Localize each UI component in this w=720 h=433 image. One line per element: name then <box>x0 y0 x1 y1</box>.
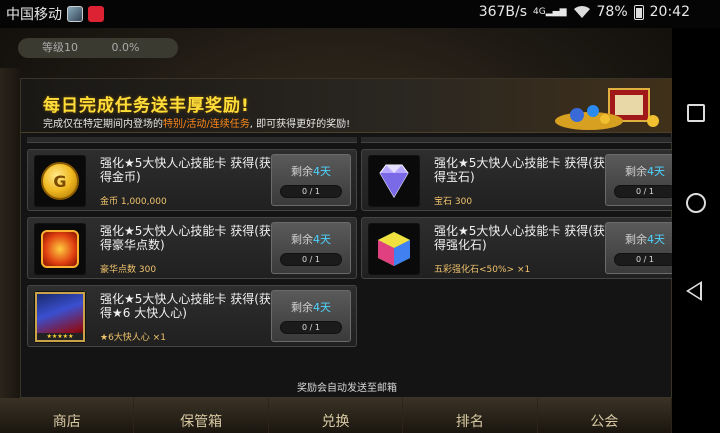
remaining-time: 剩余4天 <box>272 163 350 179</box>
mission-list[interactable]: G 强化★5大快人心技能卡 获得(获得金币) 金币 1,000,000 剩余4天… <box>27 137 673 373</box>
remaining-days: 4天 <box>313 301 331 314</box>
nav-shop[interactable]: 商店 <box>0 398 135 433</box>
banner-sub-highlight: 特别/活动/连续任务 <box>163 119 250 130</box>
battery-percent: 78% <box>596 4 628 20</box>
remaining-prefix: 剩余 <box>291 301 313 314</box>
remaining-time: 剩余4天 <box>272 231 350 247</box>
mission-progress: 0 / 1 <box>280 185 342 198</box>
mission-card[interactable]: G 强化★5大快人心技能卡 获得(获得金币) 金币 1,000,000 剩余4天… <box>27 149 357 211</box>
android-nav-bar <box>672 28 720 405</box>
nav-guild[interactable]: 公会 <box>538 398 673 433</box>
left-side-rail <box>0 68 20 398</box>
reward-thumb <box>368 223 420 275</box>
mission-title: 强化★5大快人心技能卡 获得(获得强化石) <box>434 224 605 252</box>
signal-icon: 4G▂▄▆ <box>533 7 567 17</box>
remaining-time: 剩余4天 <box>606 231 673 247</box>
previous-row-left <box>27 137 357 143</box>
remaining-prefix: 剩余 <box>625 165 647 178</box>
remaining-prefix: 剩余 <box>291 233 313 246</box>
mission-reward: ★6大快人心 ×1 <box>100 333 166 343</box>
nav-ranking[interactable]: 排名 <box>403 398 538 433</box>
mission-card[interactable]: 强化★5大快人心技能卡 获得(获得★6 大快人心) ★6大快人心 ×1 剩余4天… <box>27 285 357 347</box>
mission-status-box[interactable]: 剩余4天 0 / 1 <box>271 154 351 206</box>
wifi-icon <box>573 5 591 19</box>
reward-banner: 每日完成任务送丰厚奖励! 完成仅在特定期间内登场的特别/活动/连续任务, 即可获… <box>21 79 673 133</box>
skill-card-icon <box>35 292 85 342</box>
reward-thumb <box>368 155 420 207</box>
remaining-days: 4天 <box>647 165 665 178</box>
back-icon[interactable] <box>686 281 702 301</box>
mission-progress: 0 / 1 <box>614 185 673 198</box>
remaining-prefix: 剩余 <box>291 165 313 178</box>
remaining-days: 4天 <box>647 233 665 246</box>
status-bar: 中国移动 367B/s 4G▂▄▆ 78% 20:42 <box>0 0 720 28</box>
remaining-prefix: 剩余 <box>625 233 647 246</box>
mission-status-box[interactable]: 剩余4天 0 / 1 <box>605 222 673 274</box>
carrier-label: 中国移动 <box>6 7 62 23</box>
reward-thumb <box>34 291 86 343</box>
banner-sub-prefix: 完成仅在特定期间内登场的 <box>43 119 163 130</box>
reward-thumb: G <box>34 155 86 207</box>
diamond-icon <box>379 164 409 198</box>
remaining-days: 4天 <box>313 233 331 246</box>
previous-row-right <box>361 137 673 143</box>
mission-progress: 0 / 1 <box>280 321 342 334</box>
mission-status-box[interactable]: 剩余4天 0 / 1 <box>271 290 351 342</box>
luxury-points-icon <box>41 230 79 268</box>
network-speed: 367B/s <box>478 4 528 20</box>
mission-card[interactable]: 强化★5大快人心技能卡 获得(获得宝石) 宝石 300 剩余4天 0 / 1 <box>361 149 673 211</box>
mission-title: 强化★5大快人心技能卡 获得(获得豪华点数) <box>100 224 271 252</box>
banner-title: 每日完成任务送丰厚奖励! <box>43 96 250 116</box>
treasure-chest-icon <box>555 88 659 130</box>
mission-card[interactable]: 强化★5大快人心技能卡 获得(获得强化石) 五彩强化石<50%> ×1 剩余4天… <box>361 217 673 279</box>
nav-exchange[interactable]: 兑换 <box>269 398 404 433</box>
rainbow-stone-icon <box>378 232 410 266</box>
reward-thumb <box>34 223 86 275</box>
mission-reward: 五彩强化石<50%> ×1 <box>434 265 531 275</box>
remaining-time: 剩余4天 <box>272 299 350 315</box>
recent-apps-icon[interactable] <box>687 104 705 122</box>
gallery-notification-icon <box>67 6 83 22</box>
app-notification-icon <box>88 6 104 22</box>
remaining-time: 剩余4天 <box>606 163 673 179</box>
mail-notice: 奖励会自动发送至邮箱 <box>297 383 397 394</box>
mission-reward: 金币 1,000,000 <box>100 197 167 207</box>
remaining-days: 4天 <box>313 165 331 178</box>
home-icon[interactable] <box>686 193 706 213</box>
network-type: 4G <box>533 7 546 17</box>
game-background: 等级10 0.0% 每日完成任务送丰厚奖励! 完成仅在特定期间内登场的特别/活动… <box>0 28 673 433</box>
status-left: 中国移动 <box>6 4 104 24</box>
gold-coin-icon: G <box>41 162 79 200</box>
mission-card[interactable]: 强化★5大快人心技能卡 获得(获得豪华点数) 豪华点数 300 剩余4天 0 /… <box>27 217 357 279</box>
status-right: 367B/s 4G▂▄▆ 78% 20:42 <box>479 4 690 20</box>
mission-title: 强化★5大快人心技能卡 获得(获得★6 大快人心) <box>100 292 271 320</box>
mission-title: 强化★5大快人心技能卡 获得(获得宝石) <box>434 156 605 184</box>
mission-reward: 豪华点数 300 <box>100 265 157 275</box>
mission-status-box[interactable]: 剩余4天 0 / 1 <box>605 154 673 206</box>
bottom-nav: 商店 保管箱 兑换 排名 公会 <box>0 398 673 433</box>
battery-icon <box>633 4 644 20</box>
mission-progress: 0 / 1 <box>280 253 342 266</box>
nav-storage[interactable]: 保管箱 <box>134 398 269 433</box>
mission-reward: 宝石 300 <box>434 197 473 207</box>
mission-progress: 0 / 1 <box>614 253 673 266</box>
level-label: 等级10 <box>42 41 78 54</box>
daily-mission-panel: 每日完成任务送丰厚奖励! 完成仅在特定期间内登场的特别/活动/连续任务, 即可获… <box>20 78 673 398</box>
banner-sub-suffix: , 即可获得更好的奖励! <box>249 119 351 130</box>
level-percent: 0.0% <box>111 41 140 54</box>
mission-title: 强化★5大快人心技能卡 获得(获得金币) <box>100 156 271 184</box>
clock: 20:42 <box>649 4 690 20</box>
banner-subtitle: 完成仅在特定期间内登场的特别/活动/连续任务, 即可获得更好的奖励! <box>43 115 350 130</box>
level-bar: 等级10 0.0% <box>18 38 178 58</box>
mission-status-box[interactable]: 剩余4天 0 / 1 <box>271 222 351 274</box>
